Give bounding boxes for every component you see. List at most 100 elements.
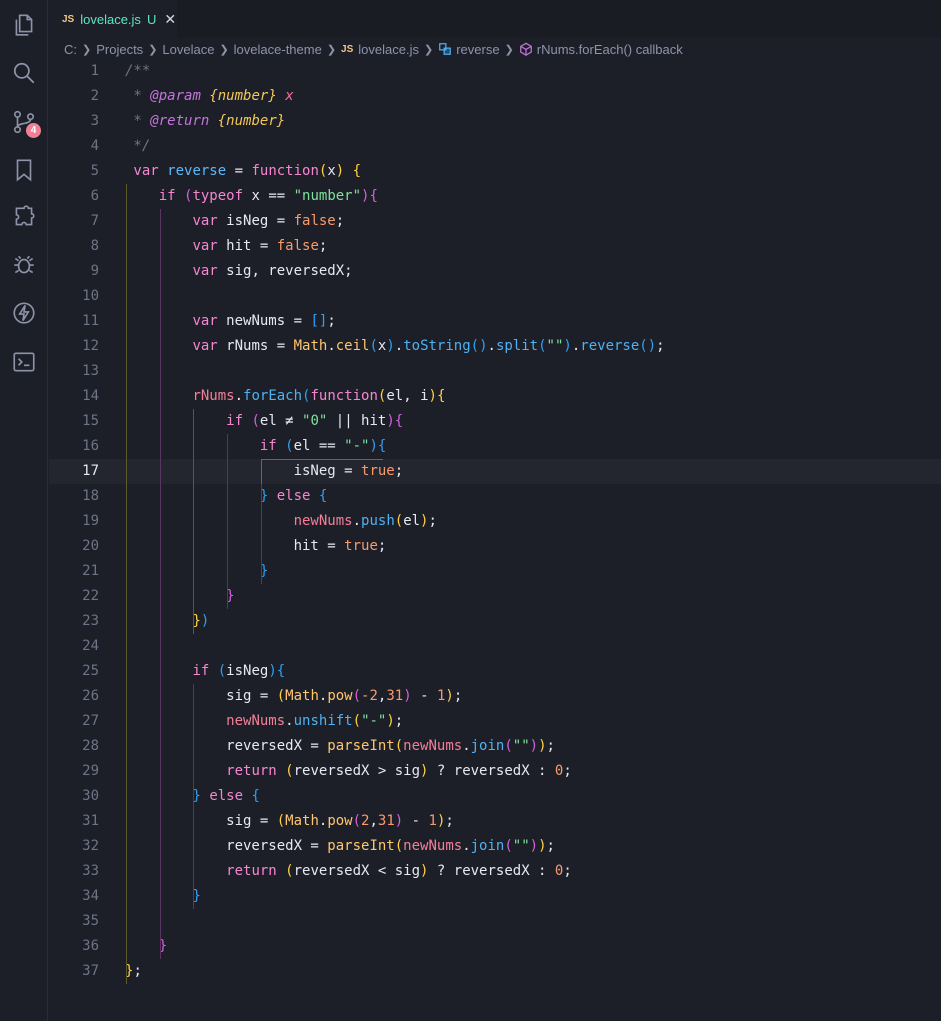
extensions-icon[interactable] [9,202,39,232]
line-number: 21 [82,563,99,579]
line-number: 20 [82,538,99,554]
code-line[interactable]: 16 if (el == "-"){ [49,434,941,459]
code-text: if (el ≠ "0" || hit){ [226,413,404,429]
code-text: if (typeof x == "number"){ [158,188,378,204]
line-number: 33 [82,863,99,879]
code-text: } [158,938,168,954]
code-line[interactable]: 30 } else { [49,784,941,809]
line-number: 23 [82,613,99,629]
code-text: reversedX = parseInt(newNums.join("")); [125,838,555,854]
lightning-icon[interactable] [9,298,39,328]
code-line[interactable]: 13 [49,359,941,384]
tab-lovelace-js[interactable]: JS lovelace.js U ✕ [49,0,177,38]
activity-bar: 4 [0,0,48,1021]
line-number: 31 [82,813,99,829]
terminal-icon[interactable] [9,347,39,377]
line-number: 29 [82,763,99,779]
indent-guide [193,684,195,809]
code-line[interactable]: 5 var reverse = function(x) { [49,159,941,184]
code-text: var isNeg = false; [192,213,345,229]
line-number: 5 [90,163,99,179]
code-text: var reverse = function(x) { [125,163,362,179]
code-line[interactable]: 24 [49,634,941,659]
breadcrumb-symbol-reverse[interactable]: reverse [456,42,499,57]
chevron-right-icon: ❯ [423,43,434,56]
code-line[interactable]: 31 sig = (Math.pow(2,31) - 1); [49,809,941,834]
debug-icon[interactable] [9,250,39,280]
search-icon[interactable] [9,58,39,88]
breadcrumb-item[interactable]: lovelace-theme [234,42,322,57]
bookmark-icon[interactable] [9,155,39,185]
code-line[interactable]: 28 reversedX = parseInt(newNums.join("")… [49,734,941,759]
breadcrumb-file[interactable]: lovelace.js [358,42,419,57]
line-number: 35 [82,913,99,929]
code-line[interactable]: 23 }) [49,609,941,634]
js-file-icon: JS [62,13,75,25]
line-number: 32 [82,838,99,854]
line-number: 10 [82,288,99,304]
code-text: if (el == "-"){ [259,438,387,454]
code-line[interactable]: 17 isNeg = true; [49,459,941,484]
code-line[interactable]: 4 */ [49,134,941,159]
breadcrumb-item[interactable]: C: [64,42,77,57]
line-number: 14 [82,388,99,404]
code-line[interactable]: 7 var isNeg = false; [49,209,941,234]
code-editor[interactable]: 1/** 2 * @param {number} x3 * @return {nu… [49,59,941,1021]
line-number: 28 [82,738,99,754]
breadcrumb-item[interactable]: Lovelace [162,42,214,57]
line-number: 15 [82,413,99,429]
code-line[interactable]: 11 var newNums = []; [49,309,941,334]
line-number: 2 [90,88,99,104]
function-symbol-icon [438,42,452,56]
breadcrumb: C: ❯ Projects ❯ Lovelace ❯ lovelace-them… [49,38,941,60]
source-control-icon[interactable]: 4 [9,107,41,138]
code-line[interactable]: 3 * @return {number} [49,109,941,134]
close-icon[interactable]: ✕ [164,11,176,28]
code-line[interactable]: 22 } [49,584,941,609]
bracket-highlight [260,459,384,460]
code-line[interactable]: 15 if (el ≠ "0" || hit){ [49,409,941,434]
breadcrumb-symbol-callback[interactable]: rNums.forEach() callback [537,42,683,57]
code-line[interactable]: 34 } [49,884,941,909]
code-line[interactable]: 27 newNums.unshift("-"); [49,709,941,734]
code-line[interactable]: 18 } else { [49,484,941,509]
code-line[interactable]: 2 * @param {number} x [49,84,941,109]
code-line[interactable]: 25 if (isNeg){ [49,659,941,684]
code-line[interactable]: 26 sig = (Math.pow(-2,31) - 1); [49,684,941,709]
code-line[interactable]: 35 [49,909,941,934]
line-number: 8 [90,238,99,254]
code-line[interactable]: 14 rNums.forEach(function(el, i){ [49,384,941,409]
line-number: 27 [82,713,99,729]
code-text: * @param {number} x [125,88,294,104]
chevron-right-icon: ❯ [504,43,514,56]
explorer-icon[interactable] [9,10,39,40]
code-text: } else { [259,488,328,504]
line-number: 25 [82,663,99,679]
indent-guide [126,184,127,984]
code-line[interactable]: 20 hit = true; [49,534,941,559]
code-line[interactable]: 9 var sig, reversedX; [49,259,941,284]
code-line[interactable]: 36 } [49,934,941,959]
line-number: 13 [82,363,99,379]
line-number: 18 [82,488,99,504]
code-line[interactable]: 29 return (reversedX > sig) ? reversedX … [49,759,941,784]
code-text: var hit = false; [192,238,328,254]
code-text: newNums.unshift("-"); [226,713,404,729]
method-symbol-icon [519,42,533,56]
line-number: 16 [82,438,99,454]
code-line[interactable]: 6 if (typeof x == "number"){ [49,184,941,209]
code-line[interactable]: 33 return (reversedX < sig) ? reversedX … [49,859,941,884]
code-line[interactable]: 37}; [49,959,941,984]
code-line[interactable]: 8 var hit = false; [49,234,941,259]
code-line[interactable]: 32 reversedX = parseInt(newNums.join("")… [49,834,941,859]
breadcrumb-item[interactable]: Projects [96,42,143,57]
code-line[interactable]: 12 var rNums = Math.ceil(x).toString().s… [49,334,941,359]
code-line[interactable]: 1 /** [49,59,941,84]
code-line[interactable]: 19 newNums.push(el); [49,509,941,534]
indent-guide [193,809,195,909]
code-line[interactable]: 21 } [49,559,941,584]
code-line[interactable]: 10 [49,284,941,309]
line-number: 34 [82,888,99,904]
code-text: var newNums = []; [192,313,336,329]
code-text: sig = (Math.pow(2,31) - 1); [125,813,454,829]
